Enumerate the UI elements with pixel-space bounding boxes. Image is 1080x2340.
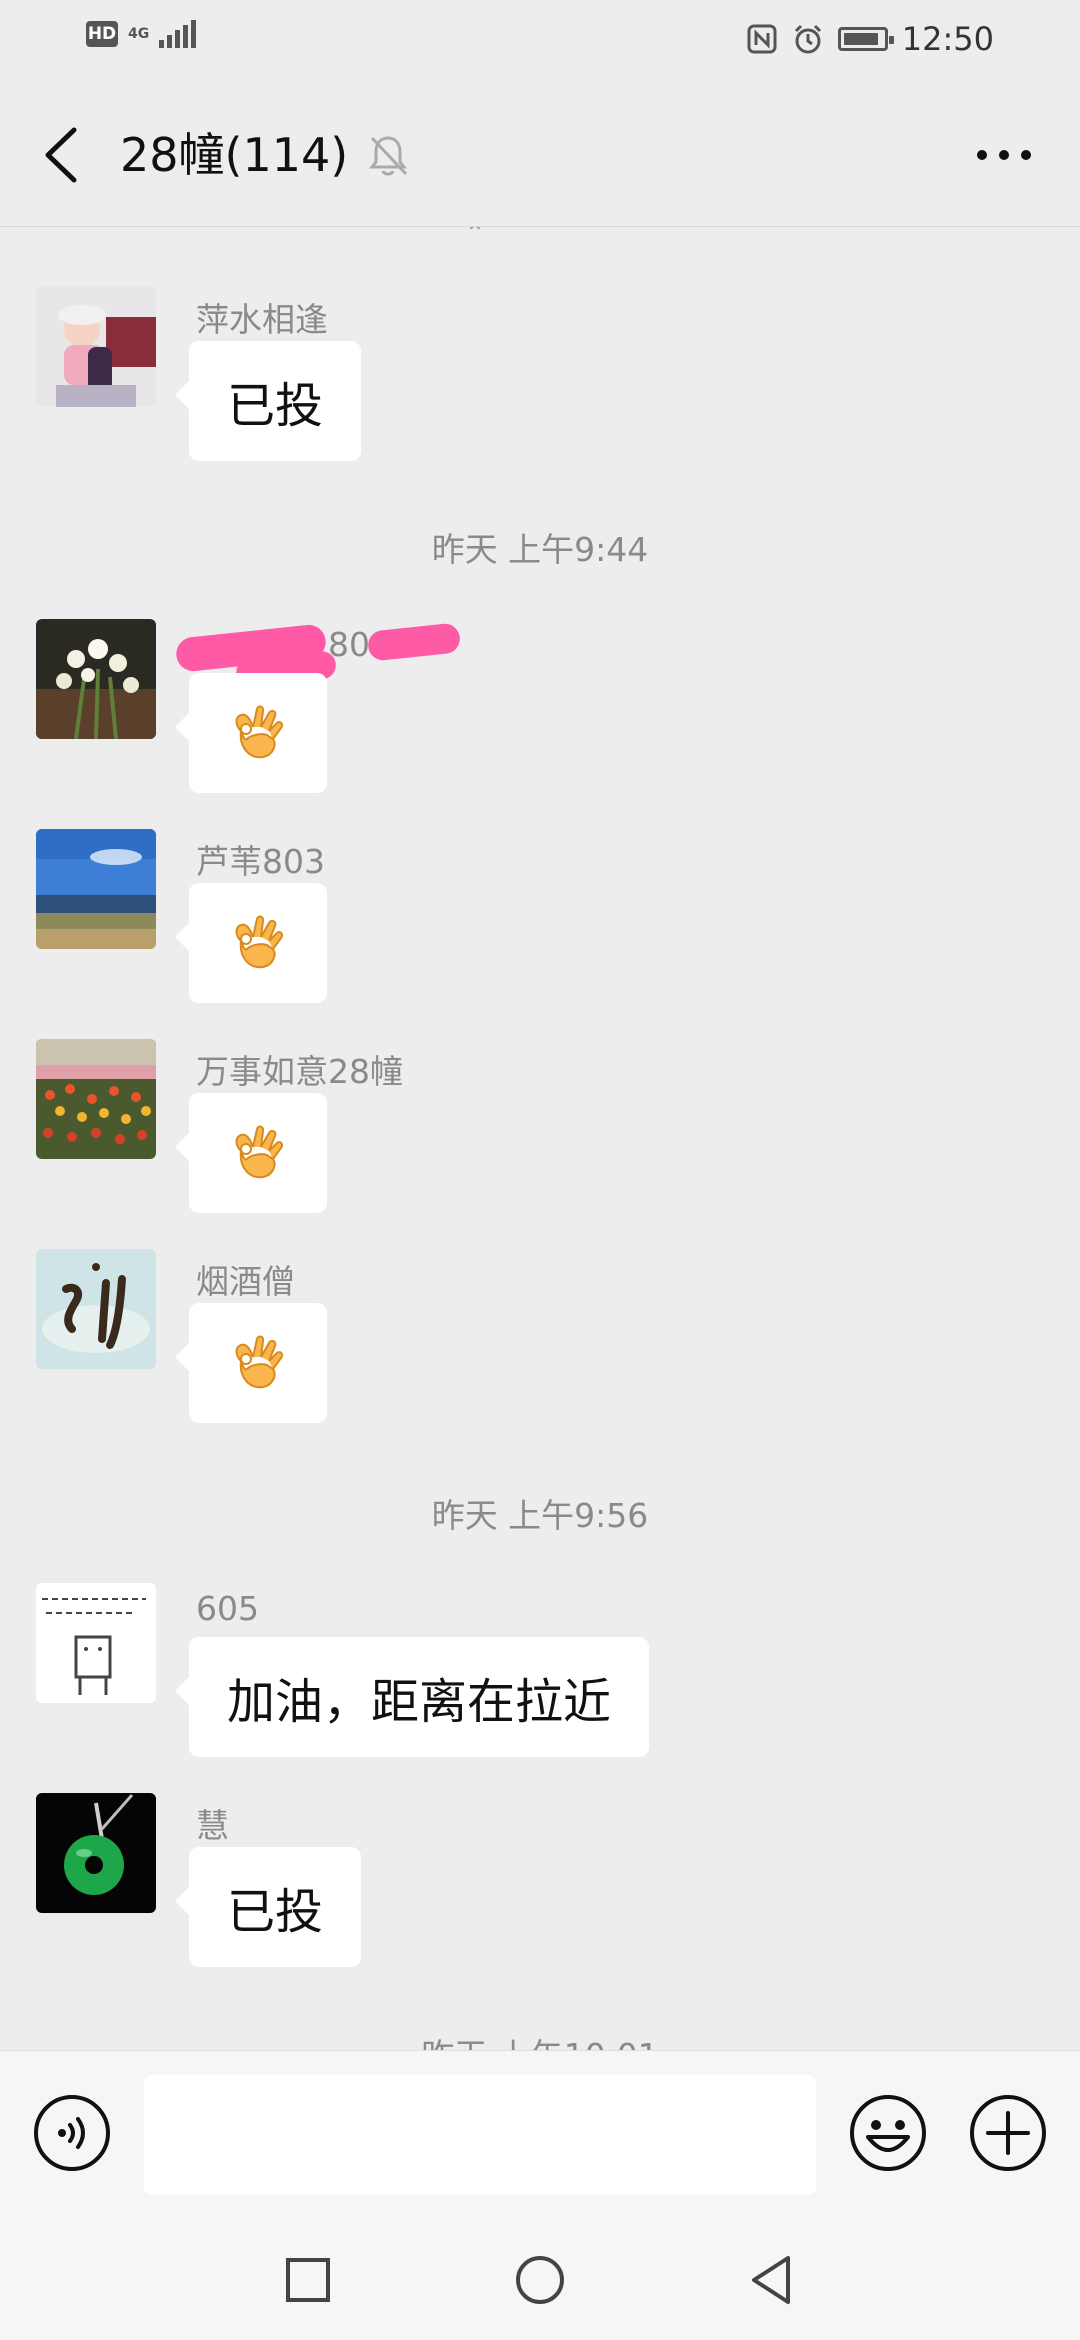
avatar[interactable]: [36, 1793, 156, 1913]
emoji-button[interactable]: [848, 2093, 928, 2173]
ok-hand-emoji-icon: [235, 1125, 284, 1179]
sender-name: 芦苇803: [196, 842, 325, 881]
battery-icon: [837, 27, 894, 51]
ok-hand-emoji-icon: [235, 705, 284, 759]
voice-input-button[interactable]: [32, 2093, 112, 2173]
avatar[interactable]: [36, 287, 156, 407]
network-type: 4G: [128, 26, 150, 42]
sender-name: 万事如意28幢: [196, 1052, 403, 1091]
more-options-button[interactable]: [974, 140, 1034, 170]
more-actions-plus-button[interactable]: [968, 2093, 1048, 2173]
redaction-mark: [366, 622, 462, 662]
ok-hand-emoji-icon: [235, 915, 284, 969]
sender-name: 烟酒僧: [196, 1262, 295, 1301]
message-text: 加油，距离在拉近: [227, 1674, 612, 1730]
alarm-icon: [794, 24, 821, 54]
mute-bell-icon: [368, 136, 408, 176]
avatar[interactable]: [36, 1249, 156, 1369]
sender-name: 慧: [196, 1806, 229, 1845]
sender-name: 605: [196, 1589, 259, 1628]
avatar[interactable]: [36, 829, 156, 949]
battery-fill: [843, 33, 878, 45]
ok-hand-emoji-icon: [235, 1335, 284, 1389]
avatar[interactable]: [36, 1583, 156, 1703]
chat-messages[interactable]: ⌃ 萍水相逢 已投 昨天 上午9:44 80 芦苇803 万事如意28幢 烟酒僧…: [0, 227, 1080, 2050]
sender-name: 萍水相逢: [196, 300, 328, 339]
timestamp: 昨天 上午9:44: [431, 530, 649, 569]
message-bubble[interactable]: [175, 673, 327, 793]
input-bar: [0, 2050, 1080, 2221]
timestamp: 昨天 上午10:01: [0, 2029, 1080, 2050]
home-circle-icon[interactable]: [510, 2250, 570, 2310]
status-right: 12:50: [746, 20, 994, 58]
message-bubble[interactable]: 已投: [174, 341, 362, 461]
avatar[interactable]: [36, 1039, 156, 1159]
message-bubble[interactable]: [175, 1303, 327, 1423]
message-bubble[interactable]: [175, 883, 327, 1003]
avatar[interactable]: [36, 619, 156, 739]
status-bar: HD 4G 12:50: [0, 0, 1080, 80]
message-input[interactable]: [144, 2075, 816, 2195]
chat-title: 28幢(114): [120, 128, 349, 182]
chat-header: 28幢(114): [0, 80, 1080, 227]
message-bubble[interactable]: 加油，距离在拉近: [174, 1637, 650, 1757]
back-button[interactable]: [34, 122, 90, 188]
signal-icon: [159, 20, 197, 48]
message-text: 已投: [227, 1884, 324, 1940]
status-left: HD 4G: [86, 20, 197, 48]
previous-content-peek: ⌃: [465, 227, 486, 247]
message-bubble[interactable]: 已投: [174, 1847, 362, 1967]
nfc-icon: [747, 24, 777, 54]
back-triangle-icon[interactable]: [742, 2250, 802, 2310]
message-text: 已投: [227, 378, 324, 434]
recent-apps-square-icon[interactable]: [278, 2250, 338, 2310]
system-nav-bar: [0, 2220, 1080, 2340]
message-bubble[interactable]: [175, 1093, 327, 1213]
hd-badge: HD: [86, 21, 118, 47]
timestamp: 昨天 上午9:56: [431, 1496, 649, 1535]
status-time: 12:50: [901, 20, 994, 58]
